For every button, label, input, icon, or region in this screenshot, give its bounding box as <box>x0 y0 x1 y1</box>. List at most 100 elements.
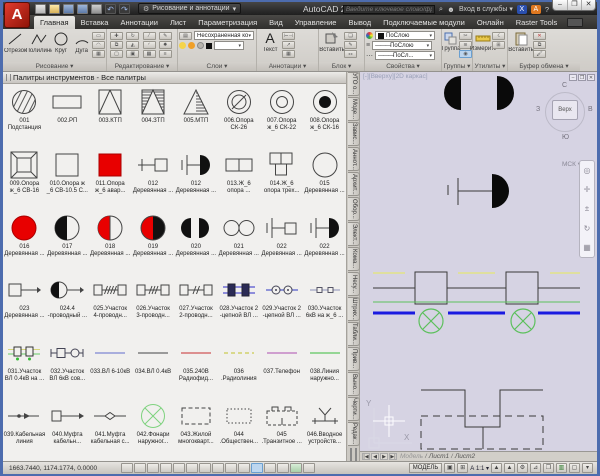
color-dropdown[interactable]: ПоСлою▾ <box>375 31 435 40</box>
panel-label-draw[interactable]: Рисование ▾ <box>3 62 106 71</box>
status-toggle-1[interactable] <box>121 463 133 473</box>
palette-item[interactable]: 012Деревянная ... <box>132 147 175 210</box>
palette-item[interactable]: 031.УчастокВЛ 0.4кВ на ... <box>3 335 46 398</box>
palette-item[interactable]: 030.Участок6кВ на ж_6 ... <box>303 272 346 335</box>
layer-color-swatch[interactable] <box>206 43 212 49</box>
layout-tab-2[interactable]: Лист1 <box>429 453 449 460</box>
status-toggle-4[interactable] <box>160 463 172 473</box>
layout-tab-1[interactable]: Модель <box>400 453 423 460</box>
status-toggle-2[interactable] <box>134 463 146 473</box>
match-props-icon[interactable]: 🖌 <box>533 50 546 58</box>
palette-item[interactable]: 027.Участок2-проводн... <box>175 272 218 335</box>
minimize-button[interactable]: – <box>553 0 567 10</box>
last-layout-icon[interactable]: ▶| <box>389 453 397 460</box>
palette-tab-15[interactable]: Редак... <box>348 422 360 446</box>
layer-dropdown[interactable]: ▾ <box>214 41 244 50</box>
palette-tab-4[interactable]: Аннот... <box>348 147 360 171</box>
copy-clip-icon[interactable]: ⧉ <box>533 41 546 49</box>
palette-item[interactable]: 011.Опораж_6 авар... <box>89 147 132 210</box>
prev-layout-icon[interactable]: ◀ <box>371 453 379 460</box>
annotation-visibility-icon[interactable]: ▲ <box>491 463 502 473</box>
offset-icon[interactable]: ≡ <box>159 50 172 58</box>
palette-strip-grip[interactable] <box>350 448 357 462</box>
insert-block-tool[interactable]: Вставить <box>320 30 344 53</box>
app-menu-button[interactable]: A <box>4 2 30 28</box>
autoscale-icon[interactable]: ▲ <box>504 463 515 473</box>
doc-close-button[interactable]: ✕ <box>587 74 595 81</box>
panel-label-layers[interactable]: Слои ▾ <box>178 62 256 71</box>
status-toggle-5[interactable] <box>173 463 185 473</box>
paste-tool[interactable]: Вставить <box>509 30 533 53</box>
exchange-apps-icon[interactable]: X <box>517 5 527 14</box>
create-block-icon[interactable]: ❏ <box>344 32 357 40</box>
showmotion-icon[interactable]: ▦ <box>583 243 591 252</box>
quickview-layouts-icon[interactable]: ▣ <box>444 463 455 473</box>
layer-on-icon[interactable] <box>179 42 186 49</box>
palette-item[interactable]: 019Деревянная ... <box>132 210 175 273</box>
scale-icon[interactable]: ▣ <box>126 50 139 58</box>
palette-item[interactable]: 041.Муфтакабельная с... <box>89 398 132 461</box>
undo-icon[interactable]: ↶ <box>105 4 116 14</box>
quick-select-icon[interactable]: ☇ <box>492 32 505 40</box>
palette-item[interactable]: 024.4-проводный ... <box>46 272 89 335</box>
palette-item[interactable]: 005.МТП <box>175 84 218 147</box>
statusbar-menu-icon[interactable]: ▾ <box>582 463 593 473</box>
palette-item[interactable]: 035.240ВРадиофид... <box>175 335 218 398</box>
palette-item[interactable]: 040.Муфтакабельн... <box>46 398 89 461</box>
viewcube-north[interactable]: С <box>562 82 567 89</box>
help-icon[interactable]: ? <box>545 5 549 14</box>
viewcube-east[interactable]: В <box>588 106 593 113</box>
palette-item[interactable]: 002.РП <box>46 84 89 147</box>
palette-item[interactable]: 013.Ж_6опора ... <box>217 147 260 210</box>
close-button[interactable]: ✕ <box>581 0 595 10</box>
workspace-switcher[interactable]: ⚙ Рисование и аннотации ▾ <box>138 3 241 14</box>
layer-config-dropdown[interactable]: Несохраненная конфигурация сло▾ <box>194 31 254 40</box>
palette-item[interactable]: 018Деревянная ... <box>89 210 132 273</box>
ribbon-tab-7[interactable]: Управление <box>289 16 343 29</box>
palette-item[interactable]: 043.Жилоймногокварт... <box>175 398 218 461</box>
ribbon-display-toggle-icon[interactable] <box>567 18 583 27</box>
redo-icon[interactable]: ↷ <box>119 4 130 14</box>
palette-item[interactable]: 036.Радиолиния <box>217 335 260 398</box>
palette-item[interactable]: 023Деревянная ... <box>3 272 46 335</box>
quick-calc-icon[interactable]: ⊞ <box>492 41 505 49</box>
status-toggle-8[interactable] <box>212 463 224 473</box>
palette-item[interactable]: 012Деревянная ... <box>175 147 218 210</box>
palette-item[interactable]: 033.ВЛ 6-10кВ <box>89 335 132 398</box>
palette-tab-11[interactable]: Табли... <box>348 322 360 346</box>
linetype-dropdown[interactable]: ———ПоСл...▾ <box>375 51 435 60</box>
measure-tool[interactable]: Измерить <box>474 30 492 52</box>
text-tool[interactable]: А Текст <box>258 30 282 53</box>
ribbon-tab-8[interactable]: Вывод <box>342 16 377 29</box>
doc-restore-button[interactable]: ❐ <box>578 74 586 81</box>
signin-button[interactable]: Вход в службы ▾ <box>459 5 513 13</box>
move-icon[interactable]: ✚ <box>110 32 123 40</box>
restore-button[interactable]: ❐ <box>567 0 581 10</box>
orbit-icon[interactable]: ↻ <box>584 224 591 233</box>
rotate-icon[interactable]: ↻ <box>126 32 139 40</box>
tool-circle[interactable]: Круг <box>51 30 72 54</box>
palette-tab-7[interactable]: Элект... <box>348 222 360 246</box>
copy-icon[interactable]: ⧉ <box>110 41 123 49</box>
viewcube-south[interactable]: Ю <box>562 134 569 141</box>
palette-item[interactable]: 014.Ж_6опора трех... <box>260 147 303 210</box>
palette-item[interactable]: 017Деревянная ... <box>46 210 89 273</box>
search-input[interactable] <box>343 5 435 14</box>
ellipse-tool-icon[interactable]: ◠ <box>92 41 105 49</box>
status-toggle-11[interactable] <box>251 463 263 473</box>
palette-item[interactable]: 037.Телефон <box>260 335 303 398</box>
save-as-icon[interactable] <box>77 4 88 14</box>
annotation-monitor-icon[interactable]: ⊿ <box>530 463 541 473</box>
palette-item[interactable]: 042.Фонаринаружног... <box>132 398 175 461</box>
palette-item[interactable]: 022Деревянная ... <box>303 210 346 273</box>
palette-item[interactable]: 006.ОпораСК-26 <box>217 84 260 147</box>
palette-item[interactable]: 016Деревянная ... <box>3 210 46 273</box>
palette-item[interactable]: 039.Кабельнаялиния <box>3 398 46 461</box>
palette-tab-6[interactable]: Обор... <box>348 197 360 221</box>
palette-item[interactable]: 038.Линиянаружно... <box>303 335 346 398</box>
table-icon[interactable]: ▦ <box>282 50 295 58</box>
autodesk360-icon[interactable]: A <box>531 5 541 14</box>
palette-tab-5[interactable]: Архит... <box>348 172 360 196</box>
palette-item[interactable]: 015Деревянная ... <box>303 147 346 210</box>
palette-tab-13[interactable]: Выно... <box>348 372 360 396</box>
